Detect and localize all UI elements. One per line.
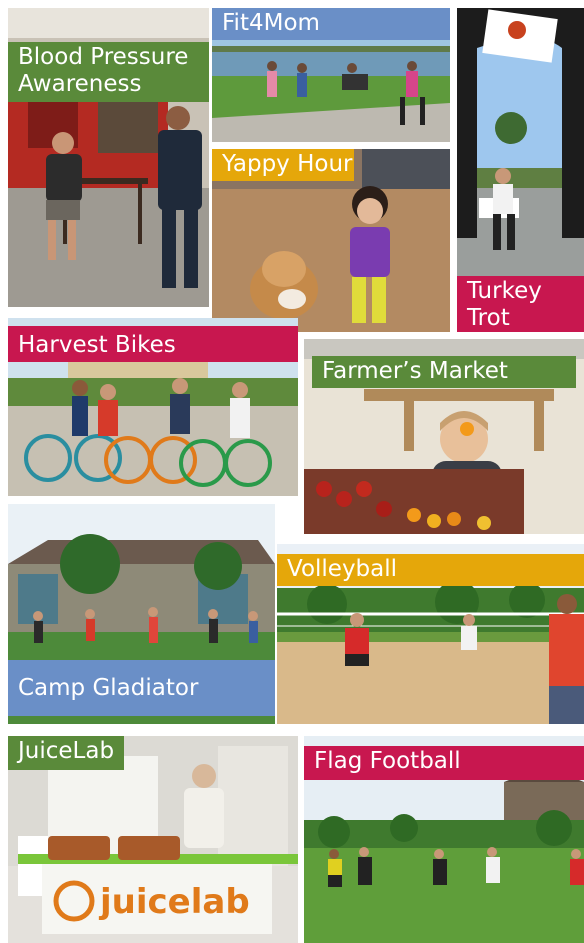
tile-label: JuiceLab (8, 736, 124, 770)
tile-turkey-trot[interactable]: Turkey Trot (457, 8, 584, 332)
tile-label: Harvest Bikes (8, 326, 298, 362)
tile-farmers-market[interactable]: Farmer’s Market (304, 339, 584, 534)
juicelab-banner-text: juicelab (100, 882, 250, 922)
tile-blood-pressure-awareness[interactable]: Blood Pressure Awareness (8, 8, 209, 307)
tile-label: Blood Pressure Awareness (8, 42, 209, 102)
tile-label: Turkey Trot (457, 276, 584, 332)
tile-label: Yappy Hour (212, 149, 354, 181)
tile-label: Farmer’s Market (312, 356, 576, 388)
tile-juicelab[interactable]: juicelab JuiceLab (8, 736, 298, 943)
tile-label: Volleyball (277, 554, 584, 586)
tile-label: Flag Football (304, 746, 584, 780)
tile-volleyball[interactable]: Volleyball (277, 544, 584, 724)
tile-camp-gladiator[interactable]: Camp Gladiator (8, 504, 275, 724)
tile-label: Fit4Mom (212, 8, 450, 40)
tile-fit4mom[interactable]: Fit4Mom (212, 8, 450, 142)
tile-flag-football[interactable]: Flag Football (304, 736, 584, 943)
tile-harvest-bikes[interactable]: Harvest Bikes (8, 318, 298, 496)
tile-yappy-hour[interactable]: Yappy Hour (212, 149, 450, 332)
tile-label: Camp Gladiator (8, 660, 275, 716)
